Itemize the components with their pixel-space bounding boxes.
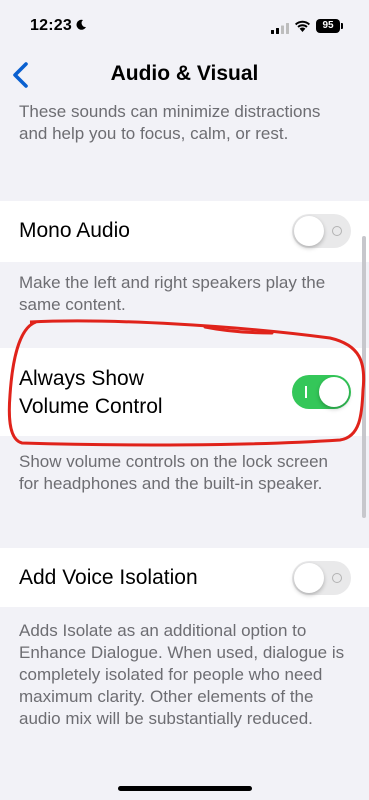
- voice-isolation-footer: Adds Isolate as an additional option to …: [19, 621, 345, 728]
- toggle-on-icon: [305, 386, 307, 398]
- mono-audio-row: Mono Audio: [0, 201, 369, 262]
- toggle-off-icon: [332, 226, 342, 236]
- volume-control-toggle[interactable]: [292, 375, 351, 409]
- volume-control-footer: Show volume controls on the lock screen …: [19, 452, 328, 493]
- mono-audio-label: Mono Audio: [19, 219, 130, 242]
- mono-audio-footer: Make the left and right speakers play th…: [19, 273, 326, 314]
- moon-icon: [75, 18, 87, 36]
- voice-isolation-toggle[interactable]: [292, 561, 351, 595]
- scroll-indicator[interactable]: [362, 236, 366, 518]
- toggle-knob: [319, 377, 349, 407]
- wifi-icon: [294, 19, 311, 37]
- mono-audio-toggle[interactable]: [292, 214, 351, 248]
- status-bar: 12:23 95: [0, 0, 369, 54]
- voice-isolation-label: Add Voice Isolation: [19, 566, 198, 589]
- battery-tip: [341, 23, 343, 29]
- toggle-off-icon: [332, 573, 342, 583]
- volume-control-row: Always Show Volume Control: [0, 348, 369, 436]
- page-title: Audio & Visual: [110, 62, 259, 85]
- navigation-bar: Audio & Visual: [0, 54, 369, 94]
- section-footer-sounds: These sounds can minimize distractions a…: [19, 102, 321, 143]
- cellular-signal-icon: [271, 21, 289, 39]
- status-time: 12:23: [30, 17, 72, 34]
- battery-indicator: 95: [316, 19, 340, 33]
- toggle-knob: [294, 216, 324, 246]
- volume-control-label: Always Show Volume Control: [19, 367, 163, 418]
- voice-isolation-row: Add Voice Isolation: [0, 548, 369, 607]
- home-indicator[interactable]: [118, 786, 252, 791]
- toggle-knob: [294, 563, 324, 593]
